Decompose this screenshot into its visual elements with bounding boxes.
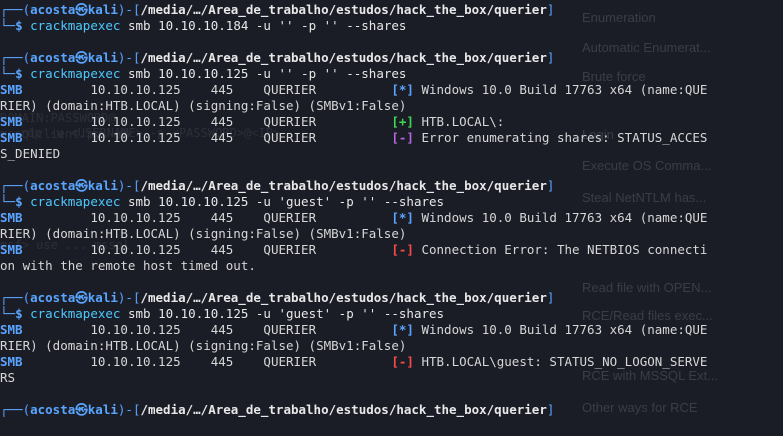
output-line: SMB 10.10.10.125 445 QUERIER [*] Windows… bbox=[0, 82, 708, 97]
info-tag: [*] bbox=[391, 210, 414, 225]
output-line: SMB 10.10.10.125 445 QUERIER [*] Windows… bbox=[0, 322, 708, 337]
command-args: smb 10.10.10.125 -u 'guest' -p '' --shar… bbox=[127, 306, 445, 321]
prompt-path: /media/…/Area_de_trabalho/estudos/hack_t… bbox=[140, 178, 547, 193]
prompt-line: ┌──(acosta㉿kali)-[/media/…/Area_de_traba… bbox=[0, 50, 555, 65]
success-tag: [+] bbox=[391, 114, 414, 129]
error-tag: [-] bbox=[391, 130, 414, 145]
terminal[interactable]: ┌──(acosta㉿kali)-[/media/…/Area_de_traba… bbox=[0, 2, 783, 418]
error-tag: [-] bbox=[391, 354, 414, 369]
prompt-dollar: $ bbox=[15, 194, 23, 209]
command-args: smb 10.10.10.125 -u '' -p '' --shares bbox=[127, 66, 407, 81]
prompt-line: ┌──(acosta㉿kali)-[/media/…/Area_de_traba… bbox=[0, 290, 555, 305]
output-line: SMB 10.10.10.125 445 QUERIER [-] HTB.LOC… bbox=[0, 354, 708, 369]
output-line: SMB 10.10.10.125 445 QUERIER [-] Connect… bbox=[0, 242, 708, 257]
output-line: SMB 10.10.10.125 445 QUERIER [-] Error e… bbox=[0, 130, 708, 145]
info-tag: [*] bbox=[391, 82, 414, 97]
prompt-host: kali bbox=[87, 178, 118, 193]
prompt-path: /media/…/Area_de_trabalho/estudos/hack_t… bbox=[140, 2, 547, 17]
output-line: on with the remote host timed out. bbox=[0, 258, 256, 273]
prompt-path: /media/…/Area_de_trabalho/estudos/hack_t… bbox=[140, 402, 547, 417]
prompt-host: kali bbox=[87, 290, 118, 305]
prompt-line: ┌──(acosta㉿kali)-[/media/…/Area_de_traba… bbox=[0, 2, 555, 17]
command-line: └─$ crackmapexec smb 10.10.10.184 -u '' … bbox=[0, 18, 407, 33]
output-line: S_DENIED bbox=[0, 146, 61, 161]
output-line: RS bbox=[0, 370, 16, 385]
prompt-user: acosta bbox=[30, 402, 76, 417]
output-line: RIER) (domain:HTB.LOCAL) (signing:False)… bbox=[0, 98, 407, 113]
prompt-dollar: $ bbox=[15, 306, 23, 321]
prompt-line: ┌──(acosta㉿kali)-[/media/…/Area_de_traba… bbox=[0, 178, 555, 193]
output-line: SMB 10.10.10.125 445 QUERIER [+] HTB.LOC… bbox=[0, 114, 505, 129]
prompt-host: kali bbox=[87, 402, 118, 417]
prompt-user: acosta bbox=[30, 178, 76, 193]
command-line: └─$ crackmapexec smb 10.10.10.125 -u '' … bbox=[0, 66, 407, 81]
error-tag: [-] bbox=[391, 242, 414, 257]
command-args: smb 10.10.10.184 -u '' -p '' --shares bbox=[127, 18, 407, 33]
command-tool: crackmapexec bbox=[30, 18, 121, 33]
command-args: smb 10.10.10.125 -u 'guest' -p '' --shar… bbox=[127, 194, 445, 209]
output-line: RIER) (domain:HTB.LOCAL) (signing:False)… bbox=[0, 338, 407, 353]
prompt-dollar: $ bbox=[15, 66, 23, 81]
prompt-line: ┌──(acosta㉿kali)-[/media/…/Area_de_traba… bbox=[0, 402, 555, 417]
command-line: └─$ crackmapexec smb 10.10.10.125 -u 'gu… bbox=[0, 194, 445, 209]
output-line: RIER) (domain:HTB.LOCAL) (signing:False)… bbox=[0, 226, 407, 241]
prompt-user: acosta bbox=[30, 290, 76, 305]
command-tool: crackmapexec bbox=[30, 306, 121, 321]
command-tool: crackmapexec bbox=[30, 194, 121, 209]
prompt-path: /media/…/Area_de_trabalho/estudos/hack_t… bbox=[140, 50, 547, 65]
prompt-path: /media/…/Area_de_trabalho/estudos/hack_t… bbox=[140, 290, 547, 305]
prompt-dollar: $ bbox=[15, 18, 23, 33]
prompt-host: kali bbox=[87, 50, 118, 65]
output-line: SMB 10.10.10.125 445 QUERIER [*] Windows… bbox=[0, 210, 708, 225]
info-tag: [*] bbox=[391, 322, 414, 337]
command-line: └─$ crackmapexec smb 10.10.10.125 -u 'gu… bbox=[0, 306, 445, 321]
prompt-user: acosta bbox=[30, 50, 76, 65]
prompt-user: acosta bbox=[30, 2, 76, 17]
prompt-host: kali bbox=[87, 2, 118, 17]
command-tool: crackmapexec bbox=[30, 66, 121, 81]
